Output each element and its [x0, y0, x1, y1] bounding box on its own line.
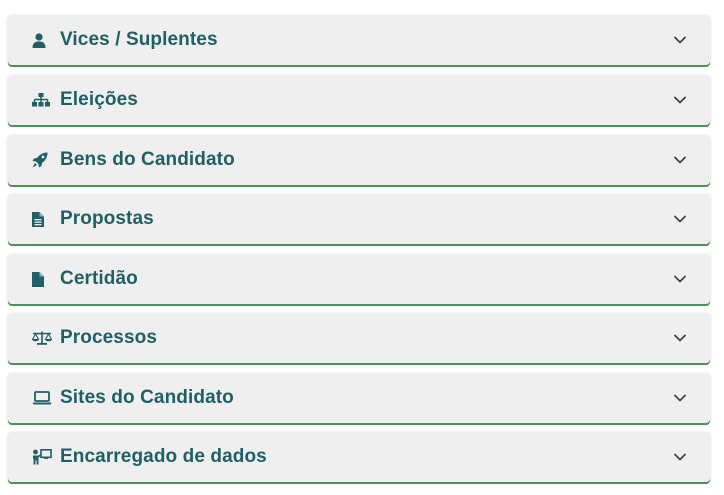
accordion-header-processos[interactable]: Processos: [8, 313, 710, 363]
accordion-label: Sites do Candidato: [60, 387, 234, 408]
user-icon: [32, 29, 54, 51]
accordion-header-bens-do-candidato[interactable]: Bens do Candidato: [8, 135, 710, 185]
accordion-header-vices-suplentes[interactable]: Vices / Suplentes: [8, 15, 710, 65]
sitemap-icon: [32, 89, 54, 111]
accordion-header-eleicoes[interactable]: Eleições: [8, 75, 710, 125]
accordion-label: Eleições: [60, 89, 138, 110]
accordion-header-propostas[interactable]: Propostas: [8, 194, 710, 244]
chevron-down-icon[interactable]: [670, 269, 690, 289]
chevron-down-icon[interactable]: [670, 388, 690, 408]
person-chalkboard-icon: [32, 446, 54, 468]
file-text-icon: [32, 208, 54, 230]
accordion-header-sites-do-candidato[interactable]: Sites do Candidato: [8, 373, 710, 423]
accordion-label: Propostas: [60, 208, 154, 229]
accordion-label: Encarregado de dados: [60, 446, 267, 467]
accordion: Vices / Suplentes Eleições Bens do Candi…: [0, 0, 724, 495]
accordion-label: Vices / Suplentes: [60, 29, 218, 50]
accordion-header-certidao[interactable]: Certidão: [8, 254, 710, 304]
balance-scale-icon: [32, 327, 54, 349]
chevron-down-icon[interactable]: [670, 150, 690, 170]
rocket-icon: [32, 149, 54, 171]
file-icon: [32, 268, 54, 290]
chevron-down-icon[interactable]: [670, 30, 690, 50]
accordion-label: Certidão: [60, 268, 138, 289]
chevron-down-icon[interactable]: [670, 209, 690, 229]
accordion-label: Processos: [60, 327, 158, 348]
laptop-icon: [32, 387, 54, 409]
accordion-label: Bens do Candidato: [60, 149, 235, 170]
chevron-down-icon[interactable]: [670, 90, 690, 110]
chevron-down-icon[interactable]: [670, 447, 690, 467]
chevron-down-icon[interactable]: [670, 328, 690, 348]
accordion-header-encarregado-de-dados[interactable]: Encarregado de dados: [8, 432, 710, 482]
